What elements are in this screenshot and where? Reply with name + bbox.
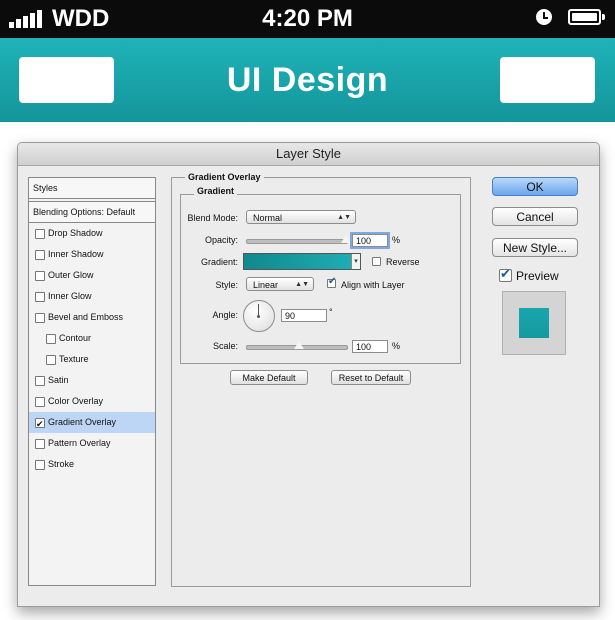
scale-input[interactable]: 100 [352,340,388,353]
scale-label: Scale: [212,341,238,351]
battery-icon [568,9,605,25]
style-item-stroke[interactable]: Stroke [29,454,155,475]
blend-mode-value: Normal [253,213,283,223]
style-item-gradient-overlay[interactable]: Gradient Overlay [29,412,155,435]
make-default-button[interactable]: Make Default [230,370,308,385]
scale-slider-thumb[interactable] [294,341,305,349]
checkbox-contour[interactable] [46,334,56,344]
style-item-label: Satin [48,375,69,385]
align-with-layer-label: Align with Layer [341,280,405,290]
section-title: Gradient Overlay [185,172,264,182]
gradient-swatch[interactable]: ▾ [243,253,361,270]
style-item-label: Color Overlay [48,396,104,406]
checkbox-drop-shadow[interactable] [35,229,45,239]
align-with-layer-checkbox[interactable] [327,276,336,288]
new-style-button[interactable]: New Style... [492,238,578,257]
style-item-inner-glow[interactable]: Inner Glow [29,286,155,307]
style-item-satin[interactable]: Satin [29,370,155,391]
style-item-label: Texture [59,354,89,364]
checkbox-pattern-overlay[interactable] [35,439,45,449]
opacity-label: Opacity: [204,235,238,245]
style-item-inner-shadow[interactable]: Inner Shadow [29,244,155,265]
style-item-label: Stroke [48,459,75,469]
cancel-button[interactable]: Cancel [492,207,578,226]
opacity-slider-thumb[interactable] [341,235,351,243]
opacity-input[interactable]: 100 [352,234,388,247]
preview-label: Preview [516,269,559,283]
ok-button[interactable]: OK [492,177,578,196]
preview-thumbnail [502,291,566,355]
checkbox-gradient-overlay[interactable] [35,414,45,435]
styles-list: Styles Blending Options: Default Drop Sh… [28,177,156,586]
angle-unit: ° [329,307,333,317]
blend-mode-select[interactable]: Normal ▲▼ [246,210,356,224]
style-item-contour[interactable]: Contour [29,328,155,349]
preview-checkbox[interactable] [499,266,512,282]
reverse-label: Reverse [386,257,420,267]
preview-swatch [519,308,549,338]
styles-header[interactable]: Styles [29,178,155,199]
gradient-label: Gradient: [200,257,238,267]
checkbox-satin[interactable] [35,376,45,386]
stepper-arrows-icon: ▲▼ [295,281,309,288]
style-select[interactable]: Linear ▲▼ [246,277,314,291]
blend-mode-label: Blend Mode: [187,213,238,223]
reverse-checkbox[interactable] [372,257,381,266]
style-item-label: Contour [59,333,92,343]
style-item-label: Drop Shadow [48,228,103,238]
style-item-label: Inner Shadow [48,249,104,259]
style-item-label: Outer Glow [48,270,94,280]
opacity-slider[interactable] [246,239,348,244]
style-label: Style: [215,280,238,290]
style-item-pattern-overlay[interactable]: Pattern Overlay [29,433,155,454]
status-bar: WDD 4:20 PM [0,0,615,38]
nav-right-button[interactable] [500,57,595,103]
angle-dial[interactable] [243,300,275,332]
checkbox-inner-shadow[interactable] [35,250,45,260]
angle-input[interactable]: 90 [281,309,327,322]
angle-label: Angle: [212,310,238,320]
style-item-label: Gradient Overlay [48,417,117,427]
style-item-color-overlay[interactable]: Color Overlay [29,391,155,412]
checkbox-inner-glow[interactable] [35,292,45,302]
style-item-label: Inner Glow [48,291,92,301]
nav-bar: UI Design [0,38,615,122]
group-title: Gradient [194,186,238,196]
dialog-title: Layer Style [18,143,599,166]
checkbox-outer-glow[interactable] [35,271,45,281]
reset-to-default-button[interactable]: Reset to Default [331,370,411,385]
style-item-bevel-emboss[interactable]: Bevel and Emboss [29,307,155,328]
opacity-unit: % [392,235,401,245]
scale-unit: % [392,341,401,351]
gradient-dropdown-icon[interactable]: ▾ [351,254,360,269]
checkbox-texture[interactable] [46,355,56,365]
style-item-outer-glow[interactable]: Outer Glow [29,265,155,286]
style-item-texture[interactable]: Texture [29,349,155,370]
blending-options-item[interactable]: Blending Options: Default [29,201,155,223]
checkbox-stroke[interactable] [35,460,45,470]
stepper-arrows-icon: ▲▼ [337,214,351,221]
style-item-drop-shadow[interactable]: Drop Shadow [29,223,155,244]
style-item-label: Bevel and Emboss [48,312,124,322]
layer-style-dialog: Layer Style Styles Blending Options: Def… [17,142,600,607]
alarm-clock-icon [536,9,552,25]
style-item-label: Pattern Overlay [48,438,111,448]
status-time: 4:20 PM [262,5,353,32]
checkbox-color-overlay[interactable] [35,397,45,407]
checkbox-bevel-emboss[interactable] [35,313,45,323]
style-value: Linear [253,280,279,290]
